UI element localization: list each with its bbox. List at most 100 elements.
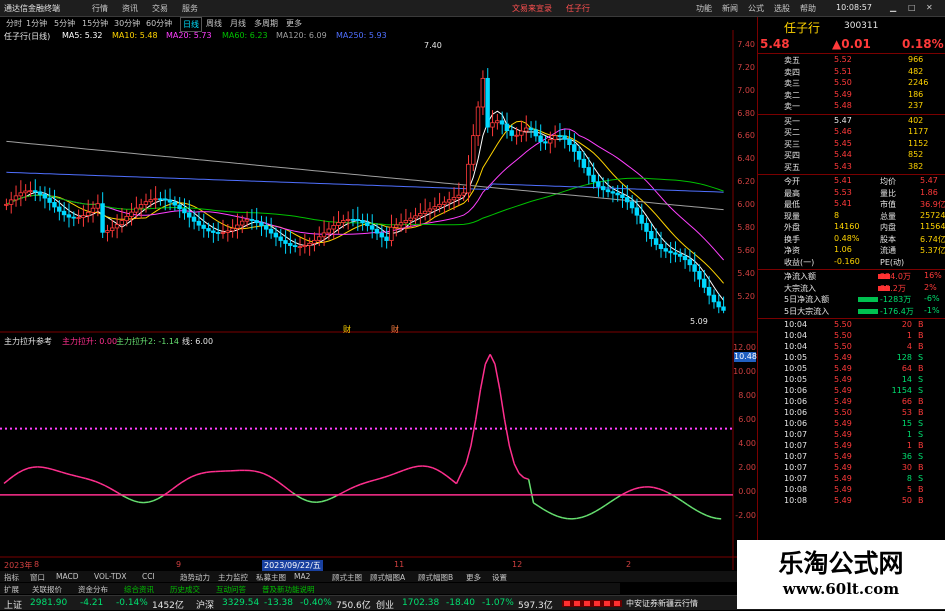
ask-volume: 2246 — [908, 78, 928, 87]
indicator-tab[interactable]: MA2 — [294, 572, 310, 581]
indicator-tab[interactable]: 顾式幅图B — [418, 572, 453, 583]
maximize-icon[interactable]: □ — [908, 3, 916, 12]
tab-period[interactable]: 月线 — [228, 17, 248, 30]
indicator-tab[interactable]: 指标 — [4, 572, 19, 583]
indicator-tab[interactable]: 更多 — [466, 572, 481, 583]
indicator-line — [62, 472, 67, 473]
ask-volume: 186 — [908, 90, 923, 99]
indicator-tab[interactable]: 窗口 — [30, 572, 45, 583]
menu-item[interactable]: 行情 — [92, 3, 108, 14]
indicator-line — [654, 488, 659, 489]
menu-login-link[interactable]: 文易来宣录 — [512, 3, 552, 14]
function-tab[interactable]: 历史成交 — [170, 584, 200, 595]
indicator-line — [201, 472, 206, 473]
candle-body — [38, 192, 42, 195]
sz-index-amount: 750.6亿 — [336, 598, 371, 611]
function-tab[interactable]: 关联报价 — [32, 584, 62, 595]
indicator-line — [447, 476, 452, 480]
indicator-tab[interactable]: CCI — [142, 572, 155, 581]
function-tab[interactable]: 综合资讯 — [124, 584, 154, 595]
indicator-tab[interactable]: MACD — [56, 572, 78, 581]
menu-right-item[interactable]: 新闻 — [722, 3, 738, 14]
tab-period[interactable]: 1分钟 — [24, 17, 49, 30]
candle-body — [370, 226, 374, 230]
menu-item[interactable]: 交易 — [152, 3, 168, 14]
tab-period[interactable]: 5分钟 — [52, 17, 77, 30]
bid-row[interactable]: 买二 5.46 1177 — [758, 127, 945, 138]
indicator-line — [254, 471, 259, 472]
tab-period[interactable]: 周线 — [204, 17, 224, 30]
ask-label: 卖一 — [784, 101, 800, 112]
indicator-tab[interactable]: 趋势动力 — [180, 572, 210, 583]
candle-body — [452, 197, 456, 199]
candle-body — [101, 204, 105, 233]
indicator-line — [52, 469, 57, 470]
tick-volume: 14 — [882, 375, 912, 384]
function-tab[interactable]: 资金分布 — [78, 584, 108, 595]
indicator-name[interactable]: 主力拉升参考 — [4, 336, 52, 347]
function-tab[interactable]: 扩展 — [4, 584, 19, 595]
tick-time: 10:04 — [784, 342, 807, 351]
tab-period[interactable]: 30分钟 — [112, 17, 142, 30]
indicator-line — [432, 468, 437, 470]
indicator-line — [283, 486, 288, 490]
tab-period[interactable]: 多周期 — [252, 17, 280, 30]
indicator-line — [490, 354, 495, 364]
ask-row[interactable]: 卖四 5.51 482 — [758, 67, 945, 78]
finance-marker[interactable]: 财 — [391, 324, 399, 334]
close-icon[interactable]: ✕ — [926, 3, 933, 12]
indicator-tab[interactable]: 主力监控 — [218, 572, 248, 583]
menu-stock-name[interactable]: 任子行 — [566, 3, 590, 14]
ask-row[interactable]: 卖一 5.48 237 — [758, 101, 945, 112]
flow-row: 5日大宗流入 -176.4万 -1% — [758, 306, 945, 317]
price-chart[interactable]: 7.40 5.09 财 财 — [0, 30, 757, 570]
function-tab[interactable]: 普及新功能说明 — [262, 584, 315, 595]
indicator-tab[interactable]: VOL-TDX — [94, 572, 126, 581]
indicator-tab[interactable]: 顾式幅图A — [370, 572, 405, 583]
candle-body — [423, 211, 427, 213]
ask-row[interactable]: 卖三 5.50 2246 — [758, 78, 945, 89]
stat-label: 流通 — [880, 245, 896, 256]
indicator-line — [302, 499, 307, 501]
candle-body — [649, 231, 653, 238]
candle-body — [587, 168, 591, 176]
sh-index-label[interactable]: 上证 — [4, 598, 22, 611]
tick-row: 10:05 5.49 64 B — [758, 364, 945, 375]
tab-period[interactable]: 15分钟 — [80, 17, 110, 30]
broker-label[interactable]: 中安证券新疆云行情 — [626, 598, 698, 609]
tab-period[interactable]: 分时 — [4, 17, 24, 30]
bid-row[interactable]: 买五 5.43 382 — [758, 162, 945, 173]
ask-row[interactable]: 卖二 5.49 186 — [758, 90, 945, 101]
candle-body — [202, 225, 206, 228]
menu-right-item[interactable]: 公式 — [748, 3, 764, 14]
indicator-tab[interactable]: 顾式主图 — [332, 572, 362, 583]
menu-right-item[interactable]: 选股 — [774, 3, 790, 14]
cy-index-label[interactable]: 创业 — [376, 598, 394, 611]
function-tab[interactable]: 互动问答 — [216, 584, 246, 595]
ask-row[interactable]: 卖五 5.52 966 — [758, 55, 945, 66]
tick-direction: B — [918, 342, 924, 351]
sz-index-label[interactable]: 沪深 — [196, 598, 214, 611]
menu-right-item[interactable]: 帮助 — [800, 3, 816, 14]
tab-period[interactable]: 60分钟 — [144, 17, 174, 30]
minimize-icon[interactable]: ▁ — [890, 3, 896, 12]
tick-volume: 36 — [882, 452, 912, 461]
menu-item[interactable]: 服务 — [182, 3, 198, 14]
tab-period[interactable]: 更多 — [284, 17, 304, 30]
tick-direction: B — [918, 496, 924, 505]
tick-direction: S — [918, 452, 923, 461]
indicator-tab[interactable]: 设置 — [492, 572, 507, 583]
ask-price: 5.48 — [834, 101, 852, 110]
tick-row: 10:04 5.50 20 B — [758, 320, 945, 331]
candle-body — [544, 142, 548, 143]
indicator-tab[interactable]: 私募主图 — [256, 572, 286, 583]
bid-row[interactable]: 买三 5.45 1152 — [758, 139, 945, 150]
menu-right-item[interactable]: 功能 — [696, 3, 712, 14]
ma-line — [6, 111, 723, 300]
bid-row[interactable]: 买一 5.47 402 — [758, 116, 945, 127]
price-tick: 6.20 — [737, 177, 755, 186]
finance-marker[interactable]: 财 — [343, 324, 351, 334]
indicator-line — [466, 446, 471, 464]
menu-item[interactable]: 资讯 — [122, 3, 138, 14]
bid-row[interactable]: 买四 5.44 852 — [758, 150, 945, 161]
